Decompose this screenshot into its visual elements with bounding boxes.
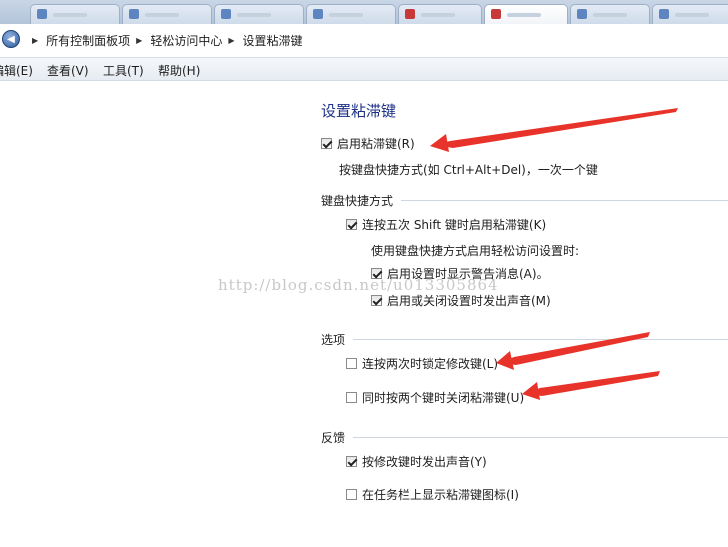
annotation-arrow — [435, 108, 678, 148]
annotation-arrow — [522, 382, 540, 400]
annotation-arrow — [526, 371, 660, 396]
annotation-arrow — [500, 332, 650, 365]
annotation-arrow — [496, 351, 514, 370]
annotation-arrows — [430, 108, 678, 400]
annotation-arrow — [430, 134, 449, 152]
